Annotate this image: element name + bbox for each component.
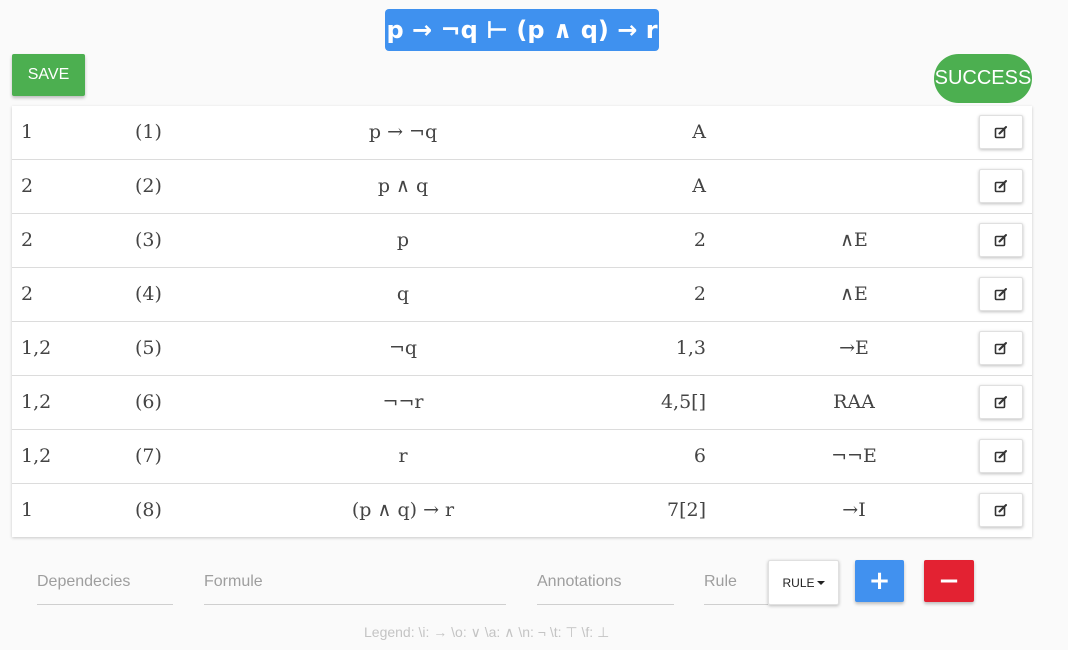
dependency-cell: 1,2	[21, 391, 52, 413]
formula-cell: p	[396, 229, 410, 251]
dependencies-field[interactable]	[37, 562, 173, 605]
annotations-field[interactable]	[537, 562, 674, 605]
rule-cell	[808, 106, 900, 160]
formula-cell: p ∧ q	[377, 175, 429, 197]
formula-cell: q	[396, 283, 410, 305]
proof-row: 2 (3) p 2 ∧E	[12, 214, 1032, 268]
edit-row-button[interactable]	[979, 331, 1023, 365]
proof-table: 1 (1) p → ¬q A 2 (2) p ∧ q A 2 (3) p 2 ∧E 2 (4) q 2 ∧E 1,2…	[12, 106, 1032, 537]
line-number-cell: (6)	[135, 391, 162, 413]
proof-row: 1,2 (5) ¬q 1,3 →E	[12, 322, 1032, 376]
edit-row-button[interactable]	[979, 439, 1023, 473]
edit-row-button[interactable]	[979, 169, 1023, 203]
formula-cell: ¬q	[388, 337, 418, 359]
dependency-cell: 1,2	[21, 445, 52, 467]
line-number-cell: (3)	[135, 229, 162, 251]
edit-row-button[interactable]	[979, 385, 1023, 419]
edit-icon	[994, 396, 1007, 409]
rule-input[interactable]	[704, 562, 768, 602]
formula-field[interactable]	[204, 562, 506, 605]
rule-cell: →I	[842, 499, 866, 521]
edit-icon	[994, 288, 1007, 301]
proof-row: 1 (8) (p ∧ q) → r 7[2] →I	[12, 484, 1032, 538]
annotation-cell: A	[692, 121, 706, 143]
save-button[interactable]: SAVE	[12, 54, 85, 96]
dependency-cell: 1,2	[21, 337, 52, 359]
rule-cell: ¬¬E	[831, 445, 877, 467]
proof-row: 1,2 (6) ¬¬r 4,5[] RAA	[12, 376, 1032, 430]
annotation-cell: 7[2]	[666, 499, 706, 521]
dependency-cell: 2	[21, 229, 34, 251]
dependency-cell: 2	[21, 283, 34, 305]
annotation-cell: A	[692, 175, 706, 197]
edit-icon	[994, 504, 1007, 517]
edit-icon	[994, 126, 1007, 139]
add-row-button[interactable]: +	[855, 560, 904, 602]
line-number-cell: (1)	[135, 121, 162, 143]
annotation-cell: 2	[693, 283, 706, 305]
rule-cell: RAA	[833, 391, 875, 413]
edit-icon	[994, 234, 1007, 247]
dependency-cell: 2	[21, 175, 34, 197]
annotation-cell: 2	[693, 229, 706, 251]
annotation-cell: 1,3	[675, 337, 706, 359]
annotations-input[interactable]	[537, 562, 674, 602]
rule-cell: ∧E	[840, 229, 868, 251]
line-number-cell: (5)	[135, 337, 162, 359]
caret-down-icon	[816, 580, 825, 585]
dependency-cell: 1	[21, 121, 34, 143]
formula-cell: p → ¬q	[368, 121, 438, 143]
proof-row: 1,2 (7) r 6 ¬¬E	[12, 430, 1032, 484]
rule-cell	[808, 160, 900, 214]
formula-input[interactable]	[204, 562, 506, 602]
edit-icon	[994, 450, 1007, 463]
edit-icon	[994, 342, 1007, 355]
remove-row-button[interactable]: −	[924, 560, 974, 602]
rule-dropdown-label: RULE	[782, 575, 815, 590]
edit-row-button[interactable]	[979, 115, 1023, 149]
dependency-cell: 1	[21, 499, 34, 521]
legend: Legend: \i: → \o: ∨ \a: ∧ \n: ¬ \t: ⊤ \f…	[364, 624, 610, 640]
formula-cell: r	[398, 445, 408, 467]
line-number-cell: (7)	[135, 445, 162, 467]
annotation-cell: 6	[693, 445, 706, 467]
formula-cell: ¬¬r	[382, 391, 424, 413]
line-number-cell: (8)	[135, 499, 162, 521]
line-number-cell: (2)	[135, 175, 162, 197]
proof-row: 2 (2) p ∧ q A	[12, 160, 1032, 214]
proof-row: 2 (4) q 2 ∧E	[12, 268, 1032, 322]
edit-icon	[994, 180, 1007, 193]
annotation-cell: 4,5[]	[660, 391, 706, 413]
success-badge: SUCCESS	[934, 54, 1032, 103]
edit-row-button[interactable]	[979, 493, 1023, 527]
proof-row: 1 (1) p → ¬q A	[12, 106, 1032, 160]
rule-field[interactable]	[704, 562, 768, 605]
rule-dropdown-button[interactable]: RULE	[768, 560, 839, 605]
edit-row-button[interactable]	[979, 223, 1023, 257]
rule-cell: ∧E	[840, 283, 868, 305]
rule-cell: →E	[839, 337, 869, 359]
proof-goal-title: p → ¬q ⊢ (p ∧ q) → r	[385, 9, 659, 51]
line-number-cell: (4)	[135, 283, 162, 305]
dependencies-input[interactable]	[37, 562, 173, 602]
edit-row-button[interactable]	[979, 277, 1023, 311]
formula-cell: (p ∧ q) → r	[351, 499, 455, 521]
